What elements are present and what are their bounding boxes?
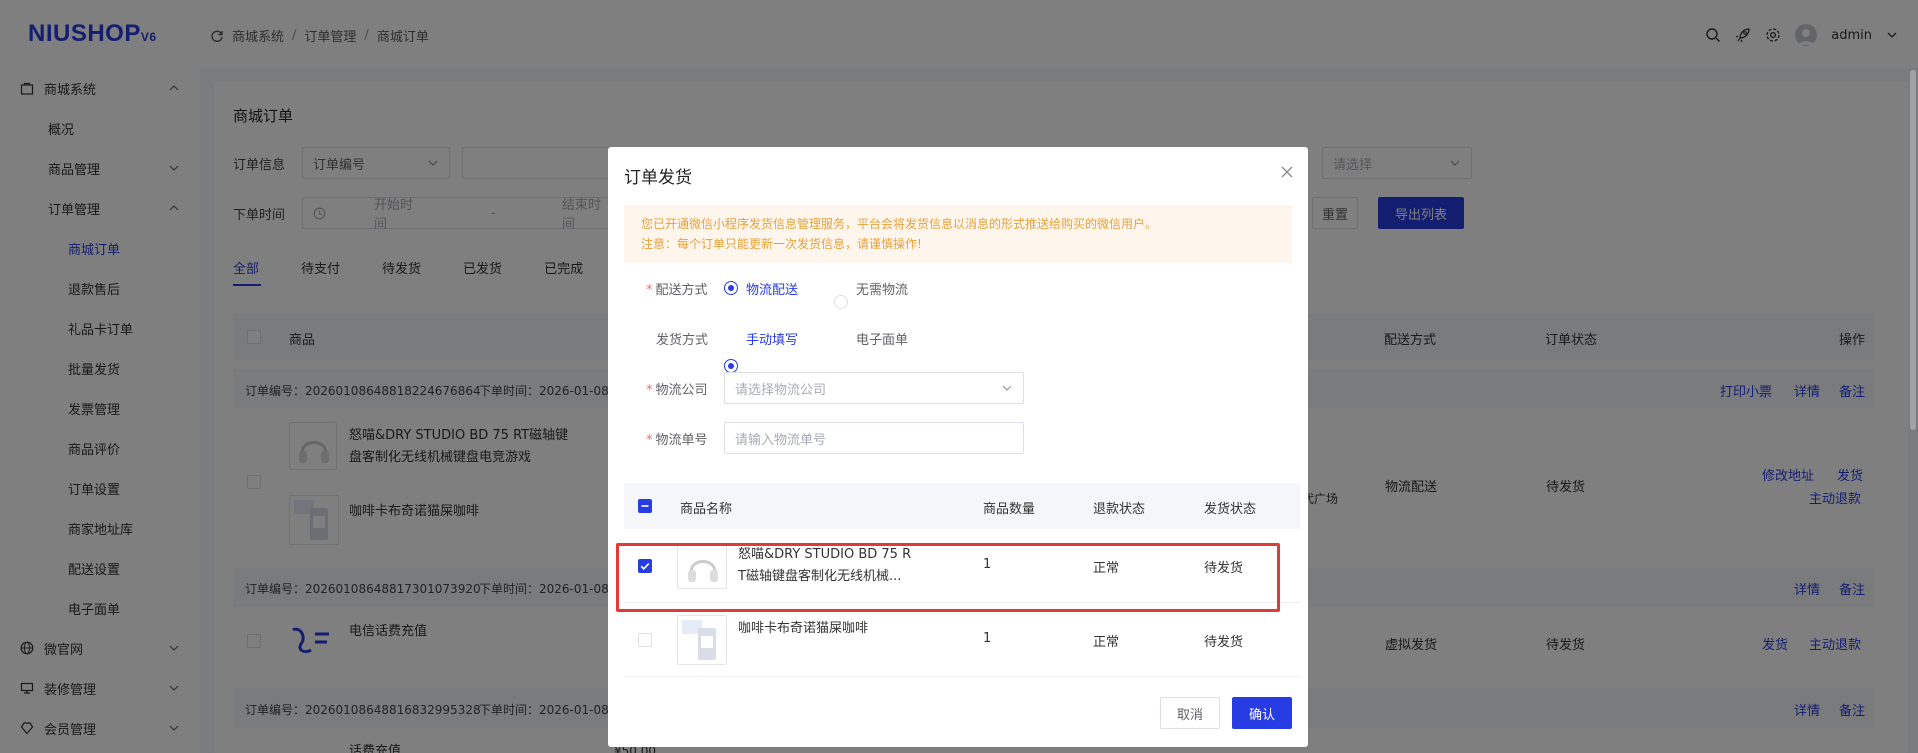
ship-method-none-label[interactable]: 无需物流	[856, 279, 908, 298]
ship-method-none-radio[interactable]	[834, 295, 848, 309]
tracking-label: * 物流单号	[646, 433, 708, 448]
close-icon[interactable]	[1280, 165, 1294, 179]
send-method-ewaybill-label[interactable]: 电子面单	[856, 329, 908, 348]
notice-alert: 您已开通微信小程序发货信息管理服务，平台会将发货信息以消息的形式推送给购买的微信…	[624, 205, 1292, 263]
goods-checkbox[interactable]	[638, 633, 652, 647]
chevron-down-icon	[1001, 382, 1013, 394]
select-all-goods-checkbox[interactable]	[638, 499, 652, 513]
product-thumbnail-coffee	[677, 615, 727, 665]
tracking-number-input[interactable]: 请输入物流单号	[724, 422, 1024, 454]
ship-order-dialog: 订单发货 您已开通微信小程序发货信息管理服务，平台会将发货信息以消息的形式推送给…	[608, 147, 1308, 747]
goods-table-header: 商品名称 商品数量 退款状态 发货状态	[624, 483, 1300, 529]
ship-method-logistics-label[interactable]: 物流配送	[746, 279, 798, 298]
goods-name: 咖啡卡布奇诺猫屎咖啡	[738, 621, 869, 636]
company-label: * 物流公司	[646, 383, 708, 398]
send-method-label: 发货方式	[656, 333, 709, 348]
send-method-manual-radio[interactable]	[724, 359, 738, 373]
highlight-box	[616, 543, 1280, 612]
dialog-title: 订单发货	[624, 168, 692, 188]
logistics-company-select[interactable]: 请选择物流公司	[724, 372, 1024, 404]
ship-method-logistics-radio[interactable]	[724, 281, 738, 295]
goods-row[interactable]: 咖啡卡布奇诺猫屎咖啡 1 正常 待发货	[624, 603, 1300, 677]
send-method-manual-label[interactable]: 手动填写	[746, 329, 798, 348]
cancel-button[interactable]: 取消	[1160, 697, 1220, 729]
scrollbar-thumb[interactable]	[1910, 70, 1916, 430]
app-background: NIUSHOPV6 商城系统 / 订单管理 / 商城订单 admin 商城系统 …	[0, 0, 1918, 753]
ship-method-label: * 配送方式	[646, 283, 708, 298]
confirm-button[interactable]: 确认	[1232, 697, 1292, 729]
